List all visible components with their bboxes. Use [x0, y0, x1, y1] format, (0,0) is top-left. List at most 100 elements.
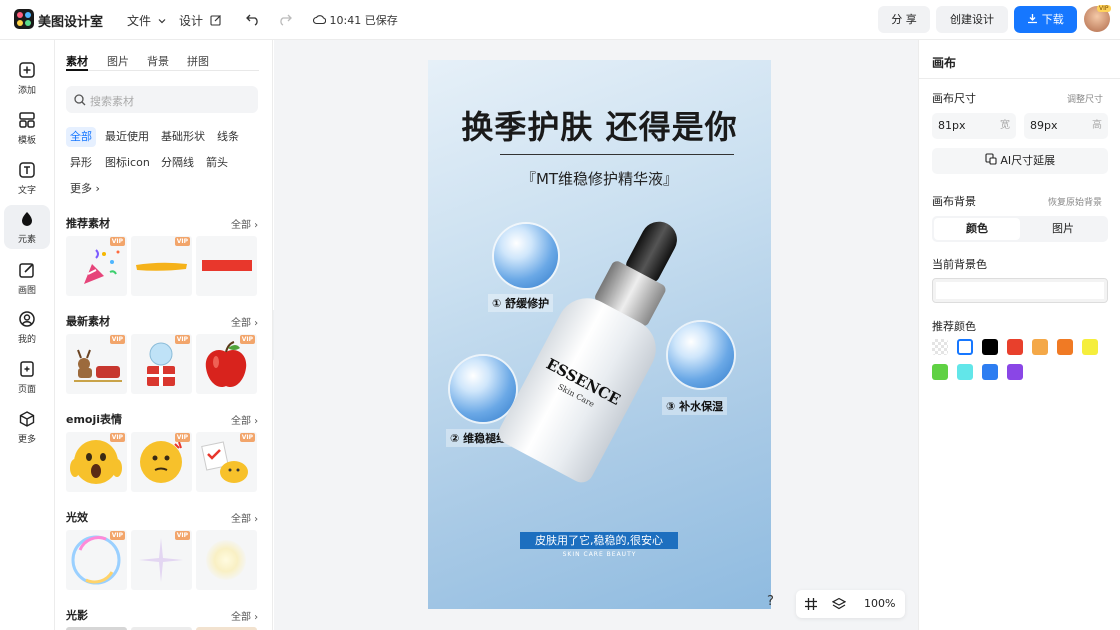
- download-label: 下载: [1041, 13, 1064, 26]
- asset-reindeer-sleigh[interactable]: VIP: [66, 334, 127, 394]
- ai-resize-icon: [985, 153, 997, 165]
- section-all-latest[interactable]: 全部 ›: [231, 314, 258, 329]
- canvas-banner[interactable]: 皮肤用了它,稳稳的,很安心: [520, 532, 678, 549]
- swatch-orange[interactable]: [1057, 339, 1073, 355]
- ai-extend-label: AI尺寸延展: [1000, 154, 1056, 167]
- section-all-emoji[interactable]: 全部 ›: [231, 412, 258, 427]
- chip-irregular[interactable]: 异形: [66, 153, 96, 173]
- asset-emoji-thinking[interactable]: VIP: [131, 432, 192, 492]
- chip-all[interactable]: 全部: [66, 127, 96, 147]
- vip-tag: VIP: [109, 335, 125, 344]
- swatch-transparent[interactable]: [932, 339, 948, 355]
- restore-bg-link[interactable]: 恢复原始背景: [1048, 195, 1102, 208]
- search-icon: [74, 94, 86, 106]
- asset-party-popper[interactable]: VIP: [66, 236, 127, 296]
- swatch-white[interactable]: [957, 339, 973, 355]
- chip-lines[interactable]: 线条: [213, 127, 243, 147]
- edit-icon: [210, 15, 221, 26]
- canvas-bg-label: 画布背景: [932, 195, 976, 208]
- chip-more-label: 更多: [70, 182, 92, 195]
- chip-icons[interactable]: 图标icon: [101, 153, 154, 173]
- vip-tag: VIP: [174, 531, 190, 540]
- swatch-red[interactable]: [1007, 339, 1023, 355]
- zoom-level[interactable]: 100%: [864, 597, 895, 610]
- canvas-bubble-1[interactable]: [494, 224, 558, 288]
- asset-snow-globe-gift[interactable]: VIP: [131, 334, 192, 394]
- tab-background[interactable]: 背景: [147, 53, 169, 69]
- design-menu[interactable]: 设计: [179, 12, 222, 29]
- asset-glow[interactable]: [196, 530, 257, 590]
- template-icon: [19, 112, 35, 128]
- vip-tag: VIP: [109, 531, 125, 540]
- adjust-size-link[interactable]: 调整尺寸: [1067, 92, 1103, 105]
- canvas-title[interactable]: 换季护肤 还得是你: [428, 102, 771, 148]
- redo-icon[interactable]: [278, 12, 292, 26]
- section-all-shadow[interactable]: 全部 ›: [231, 608, 258, 623]
- download-button[interactable]: 下载: [1014, 6, 1077, 33]
- save-status-text: 10:41 已保存: [329, 14, 398, 27]
- asset-emoji-checklist[interactable]: VIP: [196, 432, 257, 492]
- elements-icon: [22, 212, 32, 226]
- red-bar-shape: [202, 260, 252, 271]
- height-field[interactable]: 89px 高: [1024, 113, 1108, 139]
- bg-type-image[interactable]: 图片: [1020, 218, 1106, 240]
- canvas-label-1[interactable]: ① 舒缓修护: [488, 294, 554, 312]
- canvas-small-text[interactable]: SKIN CARE BEAUTY: [428, 551, 771, 558]
- asset-yellow-stroke[interactable]: VIP: [131, 236, 192, 296]
- bg-type-color[interactable]: 颜色: [934, 218, 1020, 240]
- current-bg-color[interactable]: [932, 278, 1108, 303]
- chip-dividers[interactable]: 分隔线: [157, 153, 198, 173]
- chip-arrows[interactable]: 箭头: [202, 153, 232, 173]
- swatch-cyan[interactable]: [957, 364, 973, 380]
- vip-tag: VIP: [239, 335, 255, 344]
- nav-page[interactable]: 页面: [4, 355, 50, 399]
- active-tab-indicator: [66, 69, 88, 71]
- asset-sparkle[interactable]: VIP: [131, 530, 192, 590]
- chip-more[interactable]: 更多 ›: [66, 179, 104, 199]
- nav-template[interactable]: 模板: [4, 106, 50, 150]
- recommend-colors-label: 推荐颜色: [932, 320, 976, 333]
- tab-collage[interactable]: 拼图: [187, 53, 209, 69]
- nav-page-label: 页面: [17, 385, 36, 395]
- chip-basic-shapes[interactable]: 基础形状: [157, 127, 209, 147]
- canvas-label-3[interactable]: ③ 补水保湿: [662, 397, 728, 415]
- design-canvas[interactable]: 换季护肤 还得是你 『MT维稳修护精华液』 ① 舒缓修护 ③ 补水保湿 ② 维稳…: [428, 60, 771, 609]
- layers-icon[interactable]: [832, 597, 846, 611]
- section-all-recommended[interactable]: 全部 ›: [231, 216, 258, 231]
- swatch-purple[interactable]: [1007, 364, 1023, 380]
- tab-materials[interactable]: 素材: [66, 53, 88, 69]
- grid-icon[interactable]: [804, 597, 818, 611]
- ai-extend-button[interactable]: AI尺寸延展: [932, 148, 1108, 174]
- share-button[interactable]: 分 享: [878, 6, 930, 33]
- file-menu[interactable]: 文件: [127, 12, 166, 29]
- asset-red-apple[interactable]: VIP: [196, 334, 257, 394]
- app-logo[interactable]: [14, 9, 34, 29]
- nav-more-label: 更多: [17, 435, 36, 445]
- create-design-button[interactable]: 创建设计: [936, 6, 1008, 33]
- search-input[interactable]: 搜索素材: [66, 86, 258, 113]
- swatch-yellow[interactable]: [1082, 339, 1098, 355]
- nav-mine[interactable]: 我的: [4, 305, 50, 349]
- undo-icon[interactable]: [246, 12, 260, 26]
- section-all-light[interactable]: 全部 ›: [231, 510, 258, 525]
- nav-draw[interactable]: 画图: [4, 256, 50, 300]
- help-icon[interactable]: ?: [767, 594, 774, 609]
- nav-more[interactable]: 更多: [4, 405, 50, 449]
- swatch-black[interactable]: [982, 339, 998, 355]
- swatch-green[interactable]: [932, 364, 948, 380]
- canvas-subtitle[interactable]: 『MT维稳修护精华液』: [428, 168, 771, 189]
- chip-recent[interactable]: 最近使用: [101, 127, 153, 147]
- nav-text[interactable]: 文字: [4, 156, 50, 200]
- swatch-blue[interactable]: [982, 364, 998, 380]
- asset-red-bar[interactable]: [196, 236, 257, 296]
- swatch-light-orange[interactable]: [1032, 339, 1048, 355]
- canvas-bubble-3[interactable]: [668, 322, 734, 388]
- nav-add[interactable]: 添加: [4, 56, 50, 100]
- panel-title: 画布: [932, 56, 957, 70]
- nav-elements[interactable]: 元素: [4, 205, 50, 249]
- asset-iridescent-bubble[interactable]: VIP: [66, 530, 127, 590]
- width-field[interactable]: 81px 宽: [932, 113, 1016, 139]
- asset-emoji-shocked[interactable]: VIP: [66, 432, 127, 492]
- tab-images[interactable]: 图片: [107, 53, 129, 69]
- canvas-divider[interactable]: [500, 154, 734, 155]
